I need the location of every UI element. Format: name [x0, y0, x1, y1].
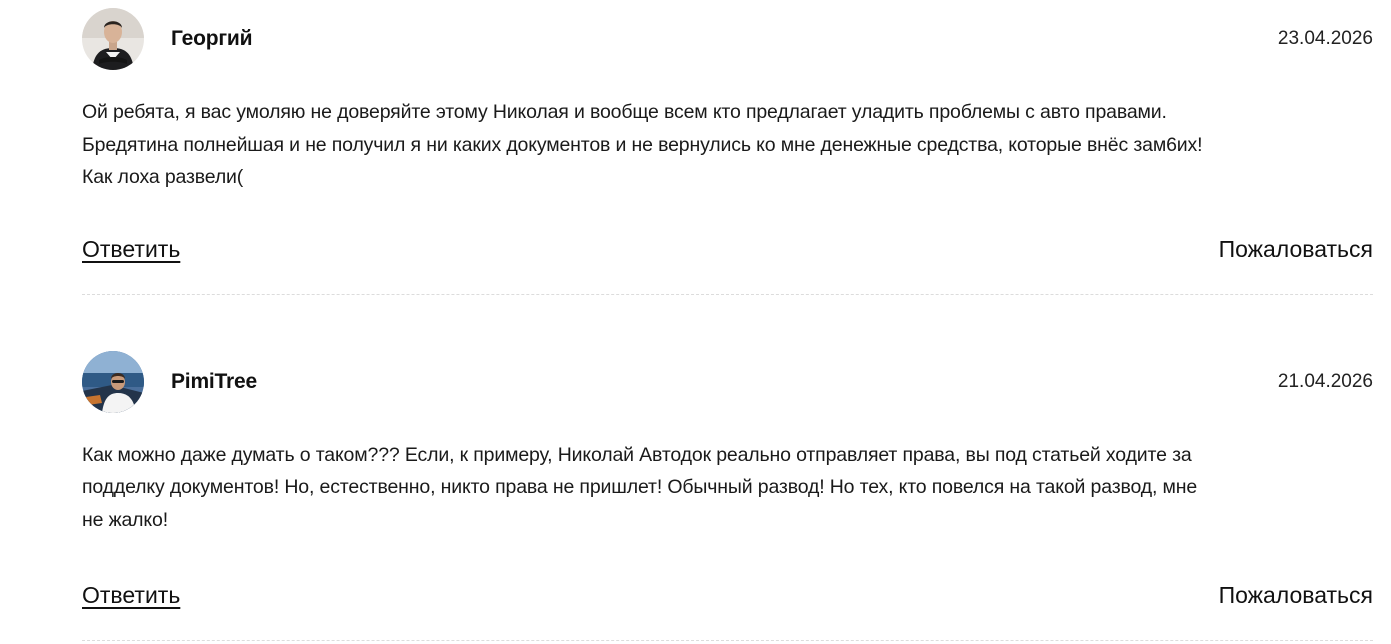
- avatar: [82, 350, 144, 413]
- comment-header: PimiTree 21.04.2026: [82, 350, 1373, 415]
- comment: Георгий 23.04.2026 Ой ребята, я вас умол…: [82, 8, 1373, 295]
- comment-actions: Ответить Пожаловаться: [82, 580, 1373, 624]
- reply-link[interactable]: Ответить: [82, 234, 180, 264]
- comment-actions: Ответить Пожаловаться: [82, 234, 1373, 278]
- comments-list: Георгий 23.04.2026 Ой ребята, я вас умол…: [82, 0, 1373, 641]
- comment-text: Как можно даже думать о таком??? Если, к…: [82, 443, 1198, 531]
- report-link[interactable]: Пожаловаться: [1219, 580, 1373, 610]
- comment-date: 23.04.2026: [1277, 28, 1373, 49]
- reply-link[interactable]: Ответить: [82, 580, 180, 610]
- comment-header: Георгий 23.04.2026: [82, 8, 1373, 72]
- comment: PimiTree 21.04.2026 Как можно даже думат…: [82, 350, 1373, 641]
- comment-author: PimiTree: [171, 369, 257, 393]
- report-link[interactable]: Пожаловаться: [1219, 234, 1373, 264]
- comment-text: Ой ребята, я вас умоляю не доверяйте это…: [82, 101, 1203, 188]
- comment-author: Георгий: [171, 27, 253, 50]
- avatar: [82, 8, 144, 70]
- comment-date: 21.04.2026: [1277, 370, 1373, 392]
